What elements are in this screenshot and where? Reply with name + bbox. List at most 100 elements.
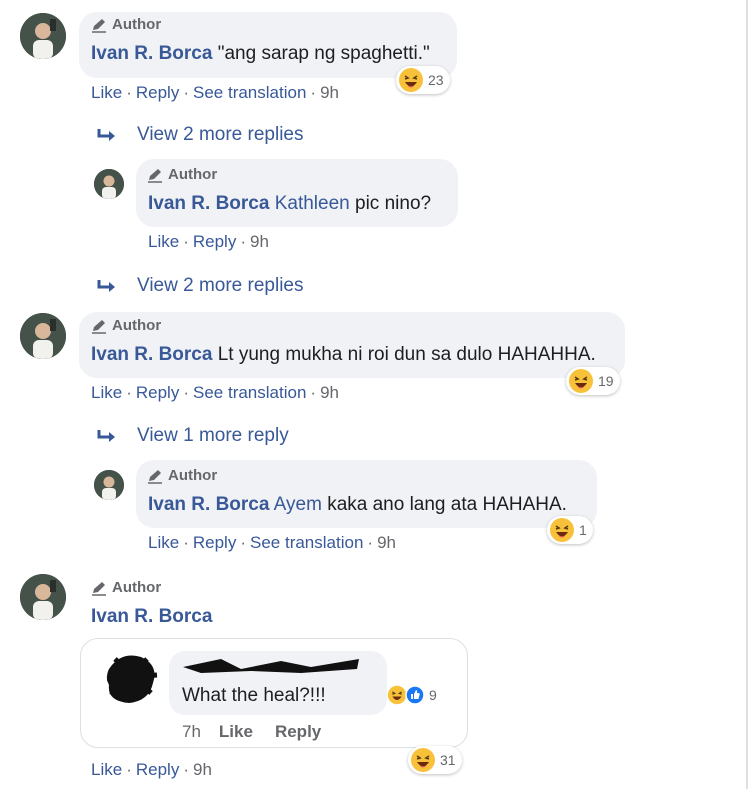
attached-screenshot[interactable]: What the heal?!!! 9 7h Like Reply bbox=[80, 638, 468, 748]
reaction-summary[interactable]: 19 bbox=[566, 367, 620, 395]
separator: · bbox=[240, 232, 246, 251]
separator: · bbox=[183, 760, 189, 779]
author-label: Author bbox=[168, 467, 218, 484]
reply-link[interactable]: Reply bbox=[193, 533, 236, 552]
reaction-summary[interactable]: 1 bbox=[547, 516, 593, 544]
commenter-name[interactable]: Ivan R. Borca bbox=[91, 43, 212, 64]
author-badge: Author bbox=[146, 467, 217, 484]
mention-link[interactable]: Ayem bbox=[274, 494, 322, 515]
redacted-name bbox=[183, 659, 359, 673]
comment-body: Ivan R. Borca Kathleen pic nino? bbox=[148, 193, 431, 215]
like-reaction-icon bbox=[405, 685, 425, 705]
comment-actions: Like · Reply · See translation · 9h bbox=[91, 83, 339, 103]
view-more-label[interactable]: View 2 more replies bbox=[137, 124, 304, 146]
see-translation-link[interactable]: See translation bbox=[250, 533, 363, 552]
see-translation-link[interactable]: See translation bbox=[193, 383, 306, 402]
reply-arrow-icon bbox=[97, 129, 115, 141]
haha-reaction-icon bbox=[569, 369, 593, 393]
view-more-replies[interactable]: View 2 more replies bbox=[97, 124, 304, 146]
comment-actions: Like · Reply · See translation · 9h bbox=[148, 533, 396, 553]
pencil-icon bbox=[148, 168, 162, 183]
reaction-count: 1 bbox=[579, 522, 587, 538]
commenter-name[interactable]: Ivan R. Borca bbox=[148, 193, 269, 214]
shared-comment-actions: 7h Like Reply bbox=[182, 722, 321, 742]
shared-reaction-summary[interactable]: 9 bbox=[387, 681, 437, 709]
separator: · bbox=[183, 83, 189, 102]
comment-time[interactable]: 9h bbox=[250, 232, 269, 251]
like-link[interactable]: Like bbox=[148, 232, 179, 251]
separator: · bbox=[126, 383, 132, 402]
reaction-count: 9 bbox=[429, 687, 437, 703]
reply-link[interactable]: Reply bbox=[136, 83, 179, 102]
mention-link[interactable]: Kathleen bbox=[275, 193, 350, 214]
redacted-avatar bbox=[106, 655, 158, 703]
avatar[interactable] bbox=[94, 169, 124, 199]
author-label: Author bbox=[168, 166, 218, 183]
comment-body: Ivan R. Borca Lt yung mukha ni roi dun s… bbox=[91, 344, 596, 366]
reaction-summary[interactable]: 31 bbox=[408, 746, 462, 774]
author-badge: Author bbox=[90, 16, 161, 33]
comment-time[interactable]: 9h bbox=[377, 533, 396, 552]
separator: · bbox=[126, 760, 132, 779]
comment-body: Ivan R. Borca "ang sarap ng spaghetti." bbox=[91, 43, 430, 65]
comment-actions: Like · Reply · See translation · 9h bbox=[91, 383, 339, 403]
view-more-replies[interactable]: View 2 more replies bbox=[97, 275, 304, 297]
avatar[interactable] bbox=[20, 13, 66, 59]
separator: · bbox=[367, 533, 374, 552]
shared-comment-text: What the heal?!!! bbox=[182, 685, 326, 706]
author-badge: Author bbox=[90, 579, 161, 596]
haha-reaction-icon bbox=[550, 518, 574, 542]
comment-body: Ivan R. Borca bbox=[91, 606, 212, 628]
pencil-icon bbox=[92, 319, 106, 334]
avatar[interactable] bbox=[94, 470, 124, 500]
shared-comment-time: 7h bbox=[182, 722, 201, 741]
like-link[interactable]: Like bbox=[91, 83, 122, 102]
view-more-label[interactable]: View 2 more replies bbox=[137, 275, 304, 297]
reaction-count: 31 bbox=[440, 752, 456, 768]
comment-text: kaka ano lang ata HAHAHA. bbox=[327, 494, 567, 515]
pencil-icon bbox=[92, 581, 106, 596]
avatar[interactable] bbox=[20, 313, 66, 359]
reaction-summary[interactable]: 23 bbox=[396, 66, 450, 94]
view-more-replies[interactable]: View 1 more reply bbox=[97, 425, 289, 447]
author-label: Author bbox=[112, 579, 162, 596]
separator: · bbox=[183, 232, 189, 251]
see-translation-link[interactable]: See translation bbox=[193, 83, 306, 102]
comment-actions: Like · Reply · 9h bbox=[148, 232, 269, 252]
comment-text: pic nino? bbox=[355, 193, 432, 214]
commenter-name[interactable]: Ivan R. Borca bbox=[148, 494, 269, 515]
view-more-label[interactable]: View 1 more reply bbox=[137, 425, 289, 447]
like-link[interactable]: Like bbox=[91, 383, 122, 402]
separator: · bbox=[240, 533, 246, 552]
separator: · bbox=[183, 533, 189, 552]
like-link[interactable]: Like bbox=[91, 760, 122, 779]
haha-reaction-icon bbox=[399, 68, 423, 92]
reply-link[interactable]: Reply bbox=[193, 232, 236, 251]
pencil-icon bbox=[148, 469, 162, 484]
comment-thread: Author Ivan R. Borca "ang sarap ng spagh… bbox=[0, 0, 748, 789]
comment-time[interactable]: 9h bbox=[320, 83, 339, 102]
author-label: Author bbox=[112, 317, 162, 334]
separator: · bbox=[310, 383, 317, 402]
comment-time[interactable]: 9h bbox=[193, 760, 212, 779]
haha-reaction-icon bbox=[411, 748, 435, 772]
author-badge: Author bbox=[90, 317, 161, 334]
reply-link[interactable]: Reply bbox=[136, 383, 179, 402]
author-badge: Author bbox=[146, 166, 217, 183]
reply-arrow-icon bbox=[97, 280, 115, 292]
shared-like-link: Like bbox=[218, 722, 253, 741]
avatar[interactable] bbox=[20, 574, 66, 620]
commenter-name[interactable]: Ivan R. Borca bbox=[91, 344, 212, 365]
like-link[interactable]: Like bbox=[148, 533, 179, 552]
pencil-icon bbox=[92, 18, 106, 33]
reaction-count: 23 bbox=[428, 72, 444, 88]
reply-link[interactable]: Reply bbox=[136, 760, 179, 779]
reaction-count: 19 bbox=[598, 373, 614, 389]
commenter-name[interactable]: Ivan R. Borca bbox=[91, 606, 212, 627]
haha-reaction-icon bbox=[387, 685, 407, 705]
separator: · bbox=[183, 383, 189, 402]
shared-reply-link: Reply bbox=[274, 722, 322, 741]
separator: · bbox=[310, 83, 317, 102]
separator: · bbox=[126, 83, 132, 102]
comment-time[interactable]: 9h bbox=[320, 383, 339, 402]
